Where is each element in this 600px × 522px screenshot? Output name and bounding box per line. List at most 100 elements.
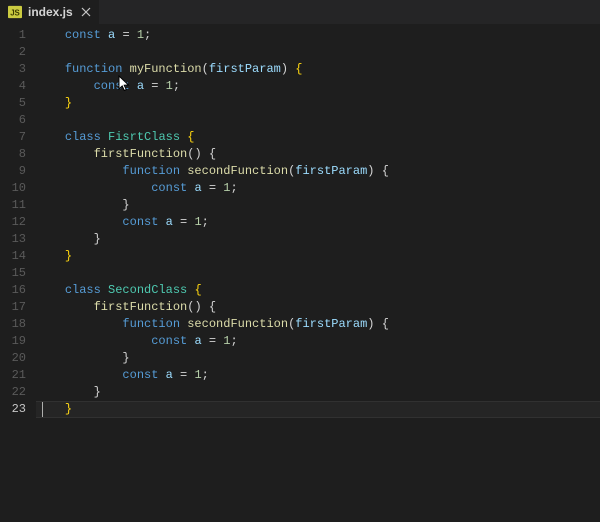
code-line[interactable]: [36, 112, 600, 129]
token-punct: {: [209, 300, 216, 314]
line-number: 3: [0, 61, 26, 78]
token-punct: {: [382, 317, 389, 331]
token-kw: class: [65, 283, 101, 297]
line-number: 23: [0, 401, 26, 418]
token-punct: {: [209, 147, 216, 161]
token-kw: const: [151, 181, 187, 195]
token-kw: function: [122, 317, 180, 331]
line-number: 9: [0, 163, 26, 180]
line-number: 1: [0, 27, 26, 44]
line-number-gutter: 1234567891011121314151617181920212223: [0, 27, 36, 522]
code-line[interactable]: }: [36, 197, 600, 214]
token-var: firstParam: [295, 317, 367, 331]
token-punct: =: [151, 79, 158, 93]
token-punct: =: [209, 181, 216, 195]
token-fn: firstFunction: [94, 300, 188, 314]
close-icon[interactable]: [79, 5, 93, 19]
line-number: 14: [0, 248, 26, 265]
line-number: 18: [0, 316, 26, 333]
code-line[interactable]: function myFunction(firstParam) {: [36, 61, 600, 78]
token-punct: }: [122, 351, 129, 365]
code-line[interactable]: [36, 265, 600, 282]
token-punct: ;: [144, 28, 151, 42]
code-line[interactable]: }: [36, 350, 600, 367]
token-brace-y: }: [65, 402, 72, 416]
code-line[interactable]: class SecondClass {: [36, 282, 600, 299]
line-number: 19: [0, 333, 26, 350]
token-var: a: [137, 79, 144, 93]
line-number: 21: [0, 367, 26, 384]
line-number: 10: [0, 180, 26, 197]
code-area[interactable]: const a = 1; function myFunction(firstPa…: [36, 27, 600, 522]
token-punct: ): [194, 300, 201, 314]
token-punct: {: [382, 164, 389, 178]
token-num: 1: [137, 28, 144, 42]
token-fn: secondFunction: [187, 164, 288, 178]
line-number: 12: [0, 214, 26, 231]
code-line[interactable]: firstFunction() {: [36, 146, 600, 163]
svg-text:JS: JS: [10, 9, 20, 18]
token-punct: =: [122, 28, 129, 42]
line-number: 17: [0, 299, 26, 316]
code-line[interactable]: class FisrtClass {: [36, 129, 600, 146]
token-punct: ): [367, 317, 374, 331]
token-num: 1: [166, 79, 173, 93]
token-brace-y: {: [194, 283, 201, 297]
code-line[interactable]: }: [36, 95, 600, 112]
token-brace-y: }: [65, 96, 72, 110]
token-fn: firstFunction: [94, 147, 188, 161]
code-line[interactable]: }: [36, 401, 600, 418]
code-line[interactable]: const a = 1;: [36, 333, 600, 350]
token-punct: ;: [230, 181, 237, 195]
token-punct: =: [180, 368, 187, 382]
code-line[interactable]: const a = 1;: [36, 367, 600, 384]
line-number: 8: [0, 146, 26, 163]
code-line[interactable]: const a = 1;: [36, 180, 600, 197]
code-line[interactable]: const a = 1;: [36, 27, 600, 44]
line-number: 5: [0, 95, 26, 112]
token-var: firstParam: [295, 164, 367, 178]
code-line[interactable]: const a = 1;: [36, 214, 600, 231]
token-var: a: [166, 368, 173, 382]
file-tab-index-js[interactable]: JS index.js: [0, 0, 99, 24]
line-number: 20: [0, 350, 26, 367]
token-punct: ;: [202, 368, 209, 382]
text-caret: [42, 402, 43, 417]
token-punct: ): [194, 147, 201, 161]
token-kw: const: [94, 79, 130, 93]
token-kw: function: [65, 62, 123, 76]
line-number: 13: [0, 231, 26, 248]
token-punct: =: [209, 334, 216, 348]
token-punct: ): [367, 164, 374, 178]
token-punct: }: [122, 198, 129, 212]
line-number: 11: [0, 197, 26, 214]
code-line[interactable]: firstFunction() {: [36, 299, 600, 316]
token-kw: const: [65, 28, 101, 42]
code-line[interactable]: }: [36, 231, 600, 248]
line-number: 7: [0, 129, 26, 146]
token-fn: myFunction: [130, 62, 202, 76]
code-line[interactable]: }: [36, 248, 600, 265]
token-punct: }: [94, 232, 101, 246]
token-kw: const: [122, 368, 158, 382]
token-punct: ;: [173, 79, 180, 93]
token-punct: (: [202, 62, 209, 76]
token-kw: const: [122, 215, 158, 229]
code-line[interactable]: [36, 44, 600, 61]
code-line[interactable]: function secondFunction(firstParam) {: [36, 316, 600, 333]
token-punct: ;: [230, 334, 237, 348]
code-editor[interactable]: 1234567891011121314151617181920212223 co…: [0, 24, 600, 522]
code-line[interactable]: function secondFunction(firstParam) {: [36, 163, 600, 180]
code-line[interactable]: const a = 1;: [36, 78, 600, 95]
token-brace-y: {: [295, 62, 302, 76]
line-number: 16: [0, 282, 26, 299]
tab-bar: JS index.js: [0, 0, 600, 24]
token-punct: =: [180, 215, 187, 229]
token-kw: class: [65, 130, 101, 144]
token-punct: ;: [202, 215, 209, 229]
line-number: 15: [0, 265, 26, 282]
token-cls: FisrtClass: [108, 130, 180, 144]
code-line[interactable]: }: [36, 384, 600, 401]
token-var: a: [108, 28, 115, 42]
line-number: 2: [0, 44, 26, 61]
